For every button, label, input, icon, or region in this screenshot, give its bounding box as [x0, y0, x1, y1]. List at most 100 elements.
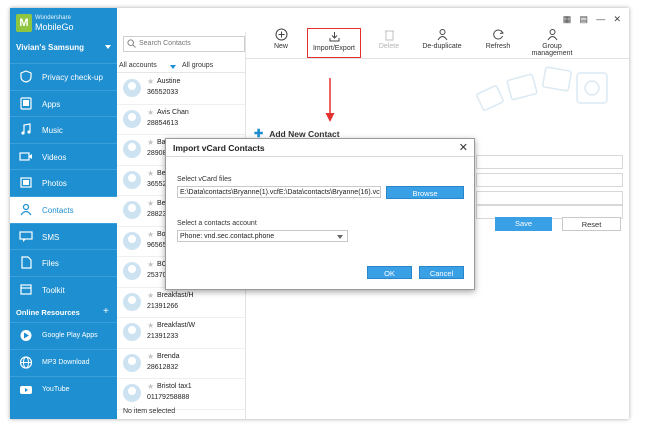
sidebar-item-youtube[interactable]: YouTube — [10, 375, 117, 403]
reset-button[interactable]: Reset — [562, 217, 621, 231]
sidebar: M Wondershare MobileGo Vivian's Samsung … — [10, 8, 117, 419]
sidebar-item-label: YouTube — [42, 385, 70, 393]
avatar — [123, 353, 141, 372]
contacts-icon — [20, 203, 32, 216]
group-management-button[interactable]: Group management — [527, 28, 577, 58]
groups-filter[interactable]: All groups — [182, 62, 213, 69]
list-filters: All accounts All groups — [117, 60, 245, 73]
sidebar-item-photos[interactable]: Photos — [10, 169, 117, 196]
star-icon[interactable]: ★ — [147, 138, 154, 147]
accounts-filter[interactable]: All accounts — [119, 62, 157, 69]
list-item[interactable]: ★ Avis Chan 28854613 — [117, 105, 245, 135]
list-item[interactable]: ★ Bristol tax1 01179258888 — [117, 379, 245, 410]
apps-icon — [20, 96, 32, 110]
search-input[interactable] — [139, 38, 239, 49]
add-icon[interactable]: + — [103, 306, 109, 317]
feedback-icon[interactable]: ▦ — [563, 14, 572, 25]
avatar — [123, 201, 141, 219]
sidebar-item-files[interactable]: Files — [10, 249, 117, 276]
youtube-icon — [20, 385, 32, 394]
save-button[interactable]: Save — [495, 217, 552, 231]
sidebar-nav: Privacy check-up Apps Music Videos Photo… — [10, 63, 117, 402]
trash-icon — [384, 30, 394, 41]
sidebar-item-videos[interactable]: Videos — [10, 142, 117, 170]
list-item[interactable]: ★ Breakfast/W 21391233 — [117, 318, 245, 349]
star-icon[interactable]: ★ — [147, 382, 154, 391]
avatar — [123, 79, 141, 97]
avatar — [123, 170, 141, 189]
sidebar-item-contacts[interactable]: Contacts — [10, 195, 117, 223]
list-item[interactable]: ★ Breakfast/H 21391266 — [117, 288, 245, 318]
refresh-icon — [492, 29, 504, 40]
group-icon — [547, 29, 557, 41]
sidebar-item-label: Apps — [42, 99, 61, 109]
brand-vendor: Wondershare — [35, 15, 71, 21]
contact-field[interactable] — [476, 173, 623, 187]
music-icon — [21, 123, 31, 135]
new-button[interactable]: New — [262, 28, 300, 58]
ok-button[interactable]: OK — [367, 266, 412, 279]
sidebar-item-label: Contacts — [42, 205, 74, 215]
import-export-button[interactable]: Import/Export — [307, 28, 361, 58]
close-icon[interactable]: ✕ — [459, 141, 468, 154]
sidebar-item-label: Files — [42, 259, 59, 269]
list-item[interactable]: ★ Austine 36552033 — [117, 74, 245, 105]
chevron-down-icon — [337, 235, 343, 239]
search-box[interactable] — [123, 36, 245, 52]
sidebar-item-label: Music — [42, 126, 63, 136]
menu-icon[interactable]: ▤ — [579, 14, 588, 25]
chevron-down-icon[interactable] — [170, 65, 176, 69]
vcard-files-input[interactable]: E:\Data\contacts\Bryanne(1).vcfE:\Data\c… — [177, 186, 381, 198]
avatar — [123, 292, 141, 311]
list-item[interactable]: ★ Brenda 28612832 — [117, 349, 245, 379]
star-icon[interactable]: ★ — [147, 352, 154, 361]
star-icon[interactable]: ★ — [147, 77, 154, 86]
refresh-button[interactable]: Refresh — [481, 28, 515, 58]
avatar — [123, 231, 141, 250]
sidebar-item-label: Toolkit — [42, 285, 65, 295]
deduplicate-button[interactable]: De-duplicate — [419, 28, 465, 58]
online-resources-list: Google Play Apps MP3 Download YouTube — [10, 322, 117, 402]
sidebar-item-mp3[interactable]: MP3 Download — [10, 348, 117, 376]
star-icon[interactable]: ★ — [147, 230, 154, 239]
sidebar-item-music[interactable]: Music — [10, 116, 117, 143]
delete-button[interactable]: Delete — [372, 28, 406, 58]
window-controls: ▦ ▤ — ✕ — [557, 14, 621, 24]
online-resources-header: Online Resources + — [10, 302, 117, 322]
avatar — [123, 323, 141, 341]
star-icon[interactable]: ★ — [147, 291, 154, 300]
browse-button[interactable]: Browse — [386, 186, 464, 199]
deduplicate-icon — [437, 29, 447, 41]
sidebar-item-label: Videos — [42, 152, 67, 162]
star-icon[interactable]: ★ — [147, 169, 154, 178]
sidebar-item-toolkit[interactable]: Toolkit — [10, 275, 117, 303]
sidebar-item-google-play[interactable]: Google Play Apps — [10, 322, 117, 349]
contact-field[interactable] — [476, 155, 623, 169]
minimize-icon[interactable]: — — [596, 14, 605, 24]
contacts-account-select[interactable]: Phone: vnd.sec.contact.phone — [177, 230, 348, 242]
brand-name: MobileGo — [35, 22, 74, 32]
device-name[interactable]: Vivian's Samsung — [16, 43, 84, 52]
sidebar-item-label: MP3 Download — [42, 358, 90, 366]
sidebar-item-sms[interactable]: SMS — [10, 222, 117, 250]
star-icon[interactable]: ★ — [147, 199, 154, 208]
sidebar-item-label: Google Play Apps — [42, 332, 98, 340]
avatar — [123, 140, 141, 158]
cancel-button[interactable]: Cancel — [419, 266, 464, 279]
avatar — [123, 109, 141, 128]
import-vcard-dialog: Import vCard Contacts ✕ Select vCard fil… — [165, 138, 475, 290]
online-resources-title: Online Resources — [16, 308, 80, 318]
import-export-icon — [329, 32, 339, 42]
close-icon[interactable]: ✕ — [613, 14, 621, 25]
sidebar-item-label: Photos — [42, 179, 67, 189]
star-icon[interactable]: ★ — [147, 260, 154, 269]
device-dropdown-icon[interactable] — [105, 45, 111, 49]
google-play-icon — [20, 330, 32, 342]
star-icon[interactable]: ★ — [147, 321, 154, 330]
sidebar-item-apps[interactable]: Apps — [10, 89, 117, 117]
contact-field[interactable] — [476, 191, 623, 205]
dialog-title: Import vCard Contacts — [173, 143, 265, 153]
sidebar-item-privacy[interactable]: Privacy check-up — [10, 63, 117, 90]
contacts-account-label: Select a contacts account — [177, 220, 257, 227]
star-icon[interactable]: ★ — [147, 108, 154, 117]
